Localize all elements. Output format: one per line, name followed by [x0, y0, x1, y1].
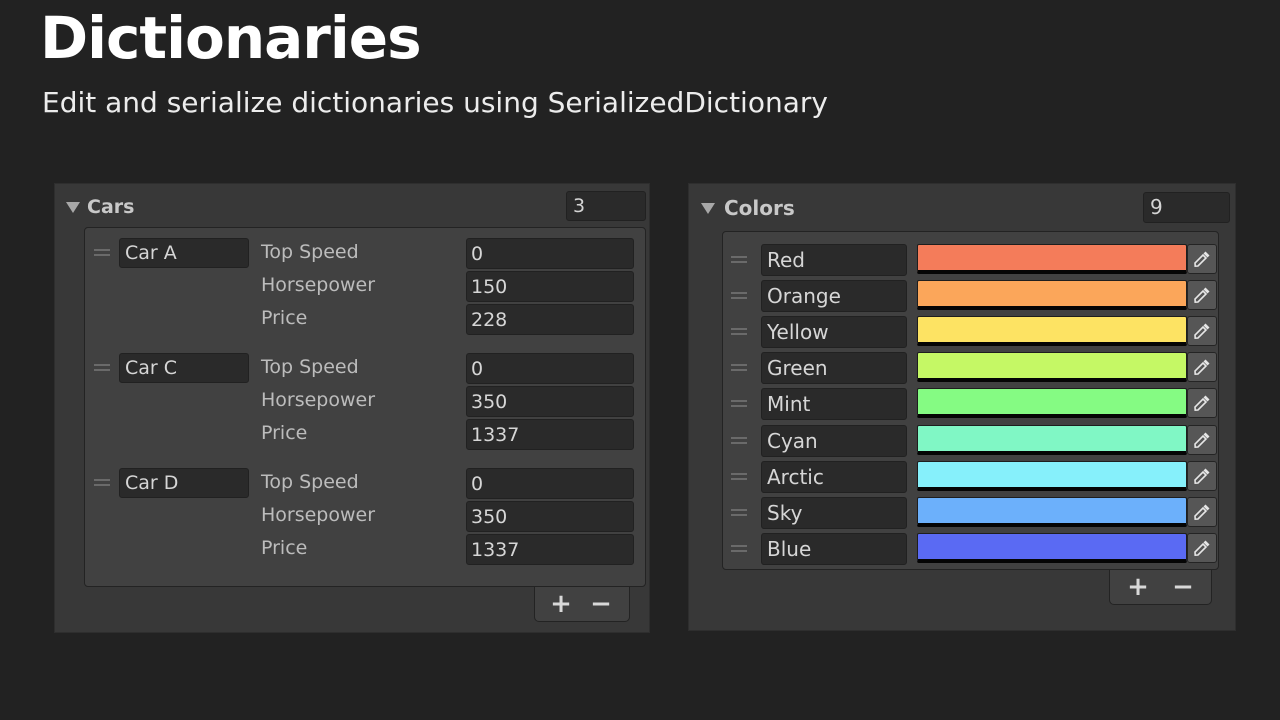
entry-key-field[interactable]: Orange	[761, 280, 907, 313]
field-label: Price	[261, 537, 308, 559]
drag-handle-icon[interactable]	[94, 364, 110, 371]
color-entry: Yellow	[723, 316, 1218, 349]
add-entry-button[interactable]: +	[1118, 570, 1158, 604]
field-value-input[interactable]: 1337	[466, 534, 634, 565]
color-entry: Blue	[723, 532, 1218, 566]
color-swatch-field[interactable]	[917, 244, 1187, 274]
page-subtitle: Edit and serialize dictionaries using Se…	[42, 86, 828, 119]
drag-handle-icon[interactable]	[731, 328, 747, 336]
eyedropper-icon[interactable]	[1187, 460, 1217, 491]
cars-list: Car A Top Speed 0 Horsepower 150 Price 228 Car …	[84, 227, 646, 587]
drag-handle-icon[interactable]	[731, 364, 747, 372]
colors-list-footer: + −	[1109, 570, 1212, 605]
field-label: Top Speed	[261, 471, 359, 493]
colors-label: Colors	[724, 196, 795, 220]
drag-handle-icon[interactable]	[731, 400, 747, 408]
cars-label: Cars	[87, 196, 135, 218]
dictionary-entry: Car C Top Speed 0 Horsepower 350 Price 1337	[85, 353, 645, 468]
color-swatch-field[interactable]	[917, 532, 1187, 563]
entry-key-field[interactable]: Sky	[761, 496, 907, 529]
color-swatch-field[interactable]	[917, 316, 1187, 347]
foldout-arrow-icon[interactable]	[701, 203, 715, 214]
color-entry: Red	[723, 244, 1218, 277]
color-entry: Cyan	[723, 424, 1218, 458]
eyedropper-icon[interactable]	[1187, 388, 1217, 419]
dictionary-entry: Car A Top Speed 0 Horsepower 150 Price 228	[85, 238, 645, 353]
field-label: Horsepower	[261, 274, 376, 296]
color-swatch-field[interactable]	[917, 460, 1187, 491]
field-label: Top Speed	[261, 356, 359, 378]
color-entry: Mint	[723, 388, 1218, 421]
eyedropper-icon[interactable]	[1187, 532, 1217, 563]
cars-panel: Cars 3 Car A Top Speed 0 Horsepower 150 Price…	[54, 183, 650, 633]
entry-key-field[interactable]: Red	[761, 244, 907, 276]
entry-key-field[interactable]: Yellow	[761, 316, 907, 349]
color-entry: Sky	[723, 496, 1218, 530]
entry-key-field[interactable]: Car D	[119, 468, 249, 498]
entry-key-field[interactable]: Blue	[761, 532, 907, 565]
field-value-input[interactable]: 0	[466, 468, 634, 499]
colors-count-field[interactable]: 9	[1143, 192, 1230, 223]
cars-header[interactable]: Cars	[55, 184, 649, 230]
dictionary-entry: Car D Top Speed 0 Horsepower 350 Price 1337	[85, 468, 645, 583]
page-title: Dictionaries	[40, 4, 422, 72]
field-value-input[interactable]: 0	[466, 353, 634, 384]
color-swatch-field[interactable]	[917, 352, 1187, 383]
eyedropper-icon[interactable]	[1187, 424, 1217, 455]
color-entry: Green	[723, 352, 1218, 385]
color-swatch-field[interactable]	[917, 496, 1187, 527]
cars-count-field[interactable]: 3	[566, 191, 646, 221]
remove-entry-button[interactable]: −	[581, 587, 621, 621]
color-entry: Orange	[723, 280, 1218, 313]
entry-key-field[interactable]: Mint	[761, 388, 907, 421]
color-entry: Arctic	[723, 460, 1218, 494]
add-entry-button[interactable]: +	[541, 587, 581, 621]
entry-key-field[interactable]: Cyan	[761, 424, 907, 457]
drag-handle-icon[interactable]	[731, 292, 747, 300]
entry-key-field[interactable]: Arctic	[761, 460, 907, 493]
drag-handle-icon[interactable]	[94, 249, 110, 256]
colors-panel: Colors 9 Red Orange Yellow Green Mint Cyan Arc…	[688, 183, 1236, 631]
entry-key-field[interactable]: Car A	[119, 238, 249, 268]
color-swatch-field[interactable]	[917, 388, 1187, 419]
field-value-input[interactable]: 350	[466, 501, 634, 532]
cars-list-footer: + −	[534, 587, 630, 622]
field-value-input[interactable]: 150	[466, 271, 634, 302]
field-label: Price	[261, 422, 308, 444]
drag-handle-icon[interactable]	[94, 479, 110, 486]
eyedropper-icon[interactable]	[1187, 496, 1217, 527]
field-label: Top Speed	[261, 241, 359, 263]
field-label: Horsepower	[261, 504, 376, 526]
remove-entry-button[interactable]: −	[1163, 570, 1203, 604]
drag-handle-icon[interactable]	[731, 544, 747, 552]
foldout-arrow-icon[interactable]	[66, 202, 80, 213]
eyedropper-icon[interactable]	[1187, 244, 1217, 274]
colors-list: Red Orange Yellow Green Mint Cyan Arctic Sky Blu…	[722, 231, 1219, 570]
eyedropper-icon[interactable]	[1187, 280, 1217, 311]
drag-handle-icon[interactable]	[731, 436, 747, 444]
eyedropper-icon[interactable]	[1187, 316, 1217, 347]
drag-handle-icon[interactable]	[731, 472, 747, 480]
field-value-input[interactable]: 1337	[466, 419, 634, 450]
color-swatch-field[interactable]	[917, 424, 1187, 455]
field-value-input[interactable]: 0	[466, 238, 634, 269]
field-value-input[interactable]: 228	[466, 304, 634, 335]
color-swatch-field[interactable]	[917, 280, 1187, 311]
entry-key-field[interactable]: Car C	[119, 353, 249, 383]
eyedropper-icon[interactable]	[1187, 352, 1217, 383]
field-label: Horsepower	[261, 389, 376, 411]
field-value-input[interactable]: 350	[466, 386, 634, 417]
entry-key-field[interactable]: Green	[761, 352, 907, 385]
field-label: Price	[261, 307, 308, 329]
drag-handle-icon[interactable]	[731, 256, 747, 263]
drag-handle-icon[interactable]	[731, 508, 747, 516]
